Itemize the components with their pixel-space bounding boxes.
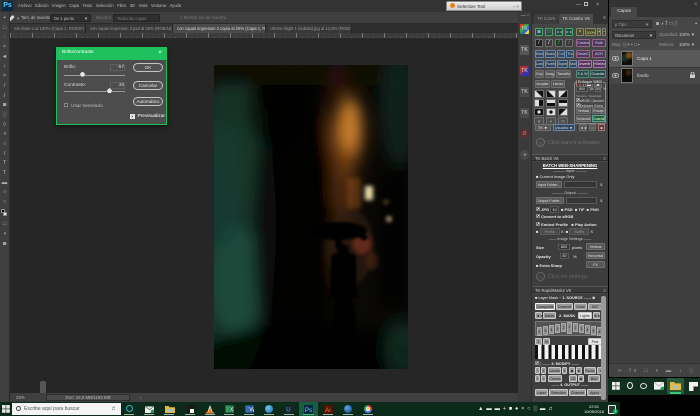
svg-text:U: U <box>286 408 290 413</box>
svg-text:Ai: Ai <box>325 407 331 414</box>
svg-text:W: W <box>249 407 254 413</box>
svg-text:X: X <box>230 407 234 413</box>
svg-text:Ps: Ps <box>305 407 312 414</box>
